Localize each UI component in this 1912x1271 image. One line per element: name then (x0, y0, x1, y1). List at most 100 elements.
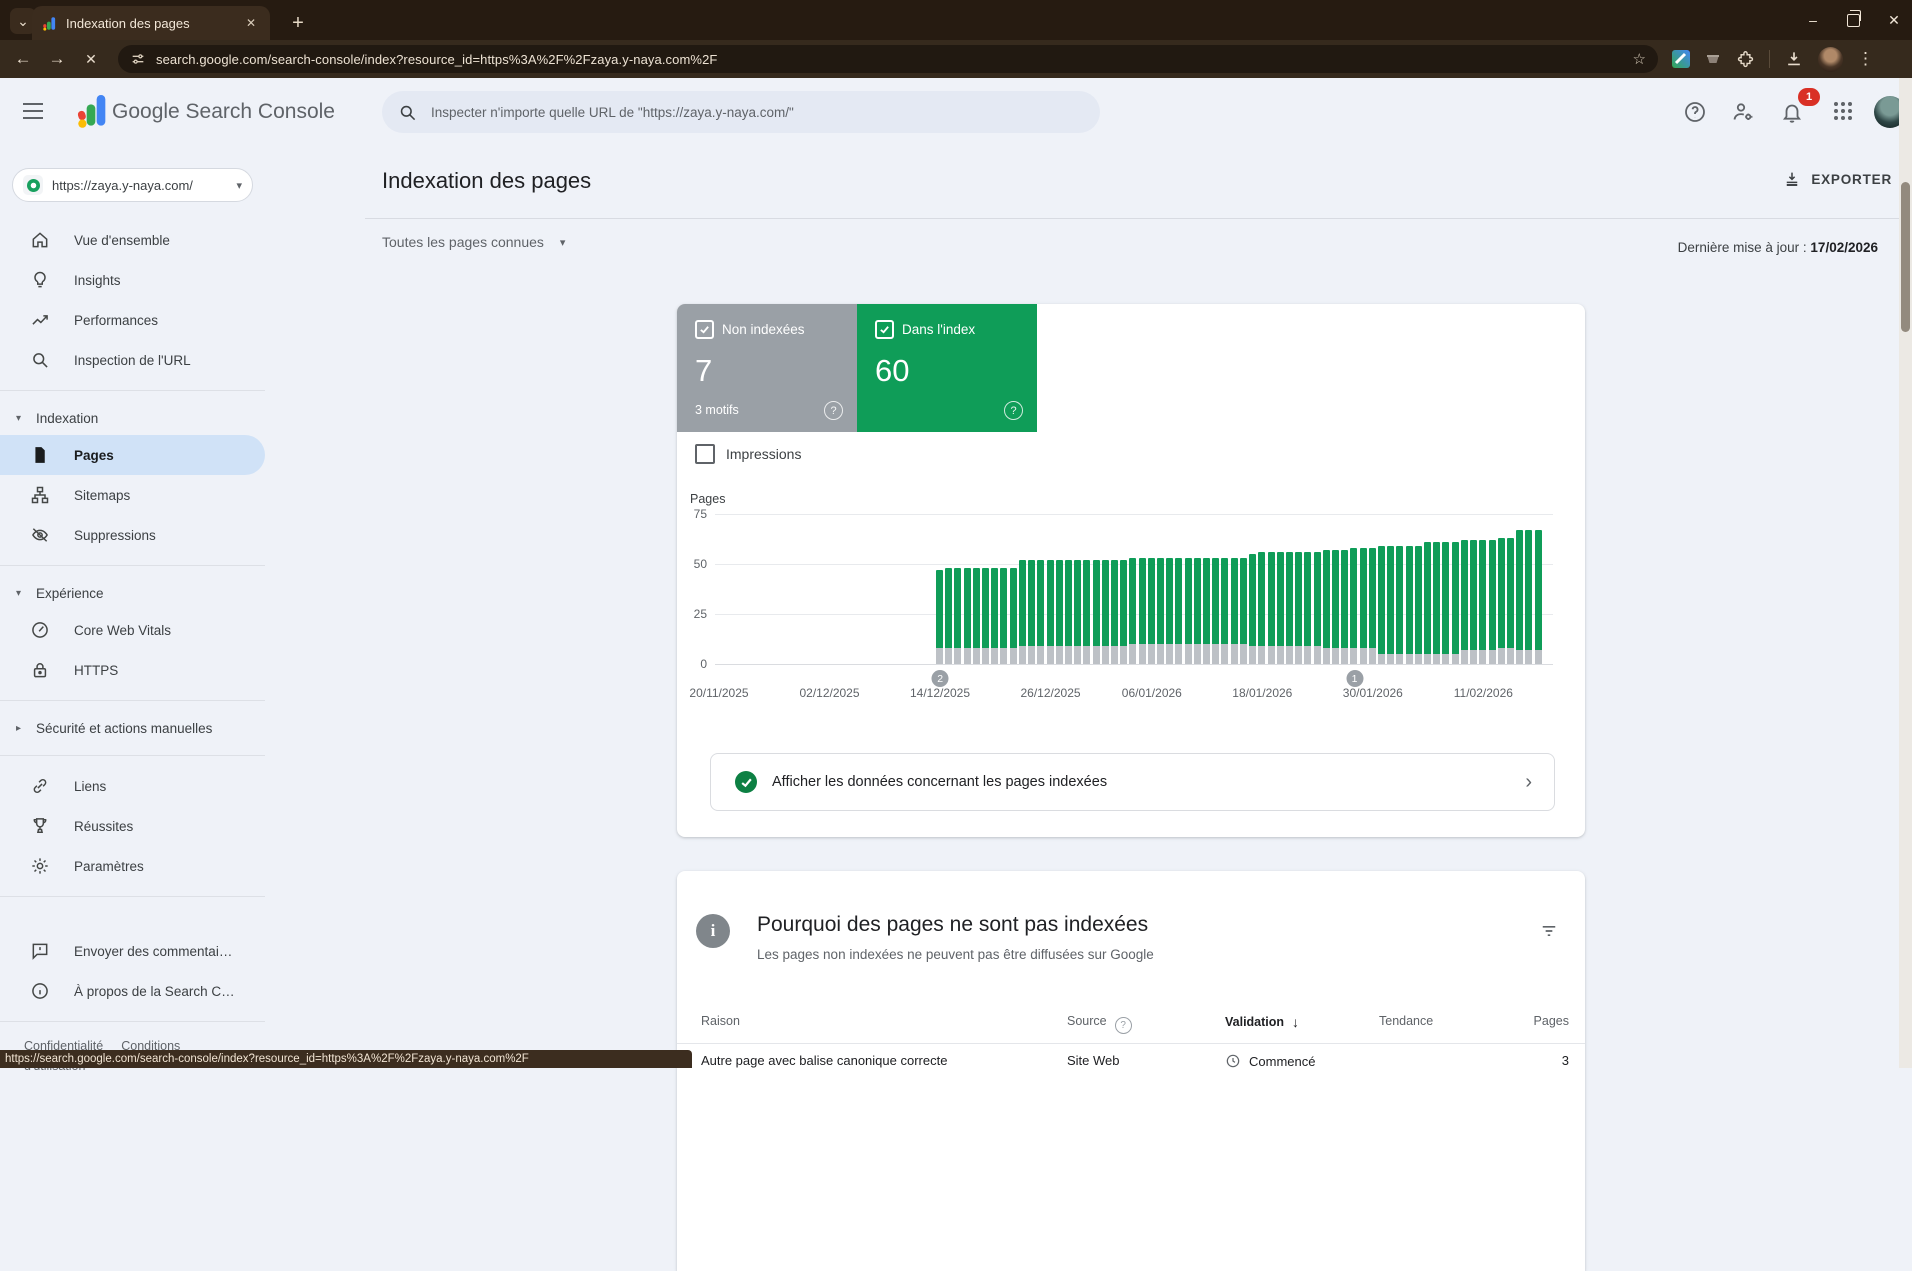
indexed-chip[interactable]: Dans l'index 60 ? (857, 304, 1037, 432)
bar-indexed (1535, 530, 1542, 650)
tab-close-icon[interactable]: ✕ (242, 14, 260, 32)
bar-indexed (1111, 560, 1118, 646)
link-icon (30, 776, 50, 796)
page-scrollbar[interactable] (1899, 78, 1912, 1068)
bar-not-indexed (1212, 644, 1219, 664)
column-header-validation[interactable]: Validation↓ (1225, 1014, 1299, 1030)
notification-badge: 1 (1798, 88, 1820, 106)
bar-not-indexed (1461, 650, 1468, 664)
sidebar-item-insights[interactable]: Insights (0, 260, 265, 300)
browser-menu-kebab-icon[interactable]: ⋮ (1857, 49, 1874, 69)
pages-filter-dropdown[interactable]: Toutes les pages connues ▾ (382, 234, 565, 250)
bar-not-indexed (1442, 654, 1449, 664)
bar-indexed (1212, 558, 1219, 644)
row-validation: Commencé (1225, 1053, 1315, 1069)
bar-indexed (1525, 530, 1532, 650)
scrollbar-thumb[interactable] (1901, 182, 1910, 332)
help-icon[interactable]: ? (1004, 401, 1023, 420)
user-settings-icon[interactable] (1731, 100, 1755, 124)
sidebar-item-suppressions[interactable]: Suppressions (0, 515, 265, 555)
bar-not-indexed (1498, 648, 1505, 664)
sidebar-item-performances[interactable]: Performances (0, 300, 265, 340)
filter-funnel-icon[interactable] (1539, 921, 1559, 941)
bar-not-indexed (1433, 654, 1440, 664)
site-settings-tune-icon[interactable] (130, 51, 146, 67)
gear-icon (30, 856, 50, 876)
window-minimize-icon[interactable]: – (1805, 12, 1821, 28)
bar-indexed (1369, 548, 1376, 648)
sidebar-group-indexation[interactable]: ▾ Indexation (0, 401, 265, 435)
y-tick-label: 75 (677, 507, 707, 521)
sidebar-item-reussites[interactable]: Réussites (0, 806, 265, 846)
bar-indexed (1074, 560, 1081, 646)
sidebar-item-parametres[interactable]: Paramètres (0, 846, 265, 886)
sidebar-item-core-web-vitals[interactable]: Core Web Vitals (0, 610, 265, 650)
browser-tab[interactable]: Indexation des pages ✕ (32, 6, 270, 40)
bar-indexed (1037, 560, 1044, 646)
tab-favicon-gsc-icon (42, 16, 57, 31)
hamburger-menu-icon[interactable] (22, 102, 44, 120)
sidebar-item-https[interactable]: HTTPS (0, 650, 265, 690)
extension-icon-2[interactable] (1704, 50, 1722, 68)
stop-reload-icon[interactable]: ✕ (74, 51, 108, 68)
sidebar-group-securite[interactable]: ▸ Sécurité et actions manuelles (0, 711, 265, 745)
why-not-indexed-card: i Pourquoi des pages ne sont pas indexée… (677, 871, 1585, 1271)
sidebar-item-liens[interactable]: Liens (0, 766, 265, 806)
bar-indexed (1433, 542, 1440, 654)
sidebar-item-inspection-url[interactable]: Inspection de l'URL (0, 340, 265, 380)
google-apps-grid-icon[interactable] (1832, 100, 1856, 124)
sidebar-item-sitemaps[interactable]: Sitemaps (0, 475, 265, 515)
bookmark-star-icon[interactable]: ☆ (1633, 50, 1646, 68)
impressions-checkbox[interactable] (695, 444, 715, 464)
bar-indexed (1231, 558, 1238, 644)
window-close-icon[interactable]: ✕ (1886, 12, 1902, 29)
chart-marker[interactable]: 1 (1346, 670, 1363, 687)
bar-not-indexed (964, 648, 971, 664)
bar-not-indexed (1028, 646, 1035, 664)
row-raison[interactable]: Autre page avec balise canonique correct… (701, 1053, 947, 1068)
bar-not-indexed (1314, 646, 1321, 664)
new-tab-button[interactable]: + (284, 9, 312, 37)
not-indexed-checkbox[interactable] (695, 320, 714, 339)
column-header-pages[interactable]: Pages (1534, 1014, 1569, 1028)
bar-indexed (1415, 546, 1422, 654)
sidebar-item-about[interactable]: À propos de la Search C… (0, 971, 265, 1011)
sidebar-group-experience[interactable]: ▾ Expérience (0, 576, 265, 610)
bar-not-indexed (1047, 646, 1054, 664)
feedback-icon (30, 941, 50, 961)
extension-icon-1[interactable] (1672, 50, 1690, 68)
not-indexed-chip[interactable]: Non indexées 7 3 motifs ? (677, 304, 857, 432)
sidebar-item-pages[interactable]: Pages (0, 435, 265, 475)
export-button[interactable]: EXPORTER (1783, 170, 1892, 188)
chart-marker[interactable]: 2 (932, 670, 949, 687)
bar-not-indexed (1000, 648, 1007, 664)
sitemap-icon (30, 485, 50, 505)
help-icon[interactable] (1683, 100, 1707, 124)
window-restore-icon[interactable] (1847, 14, 1860, 27)
column-header-tendance[interactable]: Tendance (1379, 1014, 1433, 1028)
back-icon[interactable]: ← (6, 49, 40, 69)
property-selector[interactable]: https://zaya.y-naya.com/ ▾ (12, 168, 253, 202)
bar-not-indexed (954, 648, 961, 664)
help-icon[interactable]: ? (824, 401, 843, 420)
browser-profile-avatar[interactable] (1818, 47, 1843, 72)
view-indexed-data-banner[interactable]: Afficher les données concernant les page… (710, 753, 1555, 811)
url-bar[interactable]: search.google.com/search-console/index?r… (118, 45, 1658, 73)
url-inspect-search[interactable] (382, 91, 1100, 133)
impressions-toggle[interactable]: Impressions (695, 444, 801, 464)
help-icon[interactable]: ? (1115, 1017, 1132, 1034)
column-header-raison[interactable]: Raison (701, 1014, 740, 1028)
bar-not-indexed (1249, 646, 1256, 664)
bar-indexed (1332, 550, 1339, 648)
bar-not-indexed (1093, 646, 1100, 664)
downloads-icon[interactable] (1784, 49, 1804, 69)
sidebar-item-feedback[interactable]: Envoyer des commentai… (0, 931, 265, 971)
sidebar-item-vue-densemble[interactable]: Vue d'ensemble (0, 220, 265, 260)
x-tick-label: 11/02/2026 (1454, 686, 1513, 700)
property-favicon (23, 175, 43, 195)
url-inspect-input[interactable] (429, 104, 1053, 121)
forward-icon[interactable]: → (40, 49, 74, 69)
extensions-puzzle-icon[interactable] (1736, 50, 1755, 69)
indexed-checkbox[interactable] (875, 320, 894, 339)
column-header-source[interactable]: Source? (1067, 1014, 1132, 1034)
